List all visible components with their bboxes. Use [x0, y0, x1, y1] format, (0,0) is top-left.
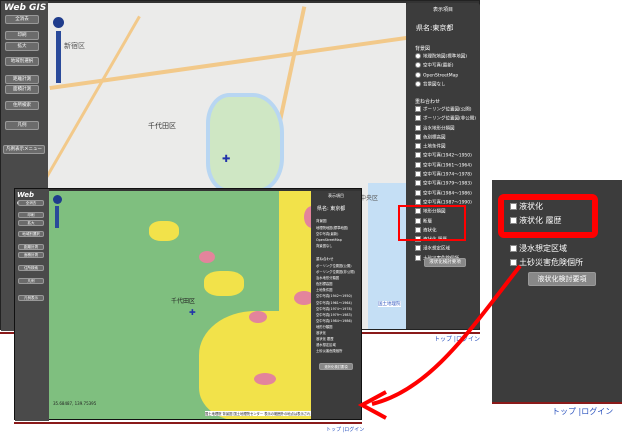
pointer-arrow [357, 264, 522, 420]
